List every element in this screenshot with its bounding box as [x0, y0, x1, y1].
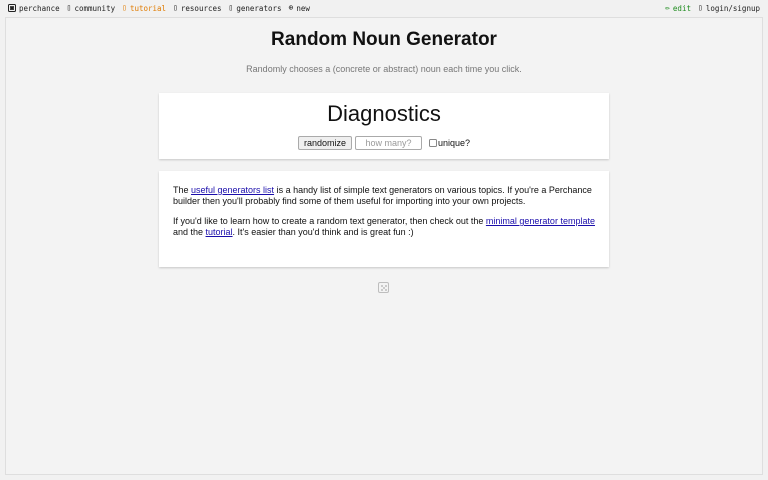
- minimal-template-link[interactable]: minimal generator template: [486, 216, 595, 226]
- nav-login-label: login/signup: [705, 3, 760, 13]
- info-paragraph-2: If you'd like to learn how to create a r…: [173, 216, 595, 238]
- output-card: Diagnostics randomize unique?: [159, 93, 609, 159]
- nav-left: perchance ▯ community ▯ tutorial ▯ resou…: [8, 4, 310, 13]
- user-icon: ▯: [697, 3, 703, 12]
- book-icon: ▯: [122, 3, 127, 12]
- chat-icon: ▯: [66, 3, 72, 12]
- controls-row: randomize unique?: [159, 136, 609, 150]
- nav-edit[interactable]: ✏ edit: [665, 4, 691, 13]
- unique-checkbox[interactable]: [428, 139, 437, 147]
- info-text: If you'd like to learn how to create a r…: [173, 216, 486, 226]
- nav-perchance-label: perchance: [19, 3, 60, 13]
- top-nav: perchance ▯ community ▯ tutorial ▯ resou…: [0, 0, 768, 16]
- nav-right: ✏ edit ▯ login/signup: [665, 4, 760, 13]
- info-card: The useful generators list is a handy li…: [159, 171, 609, 267]
- nav-resources[interactable]: ▯ resources: [173, 4, 221, 13]
- randomize-button[interactable]: randomize: [297, 136, 352, 150]
- nav-perchance[interactable]: perchance: [8, 4, 60, 13]
- nav-edit-label: edit: [672, 3, 691, 13]
- output-text: Diagnostics: [327, 101, 441, 126]
- nav-new-label: new: [296, 3, 310, 13]
- plus-circle-icon: ⊕: [288, 3, 294, 12]
- nav-new[interactable]: ⊕ new: [289, 4, 310, 13]
- nav-tutorial-label: tutorial: [129, 3, 167, 13]
- unique-label: unique?: [437, 138, 471, 148]
- info-text: . It's easier than you'd think and is gr…: [232, 227, 414, 237]
- nav-community[interactable]: ▯ community: [67, 4, 115, 13]
- info-text: and the: [173, 227, 206, 237]
- info-paragraph-1: The useful generators list is a handy li…: [173, 185, 595, 207]
- die-icon: [8, 4, 16, 12]
- page-title: Random Noun Generator: [271, 29, 497, 50]
- grid-icon: ▯: [228, 3, 234, 12]
- pencil-icon: ✏: [665, 3, 670, 12]
- die-icon: [378, 282, 389, 293]
- nav-generators-label: generators: [236, 3, 282, 13]
- tutorial-link[interactable]: tutorial: [206, 227, 233, 237]
- nav-community-label: community: [74, 3, 116, 13]
- nav-resources-label: resources: [180, 3, 222, 13]
- info-text: The: [173, 185, 192, 195]
- nav-login[interactable]: ▯ login/signup: [698, 4, 760, 13]
- how-many-input[interactable]: [354, 136, 422, 150]
- nav-tutorial[interactable]: ▯ tutorial: [122, 4, 166, 13]
- nav-generators[interactable]: ▯ generators: [229, 4, 282, 13]
- folder-icon: ▯: [173, 3, 178, 12]
- page-subtitle: Randomly chooses a (concrete or abstract…: [246, 64, 522, 74]
- useful-generators-link[interactable]: useful generators list: [191, 185, 274, 195]
- unique-option[interactable]: unique?: [425, 138, 470, 148]
